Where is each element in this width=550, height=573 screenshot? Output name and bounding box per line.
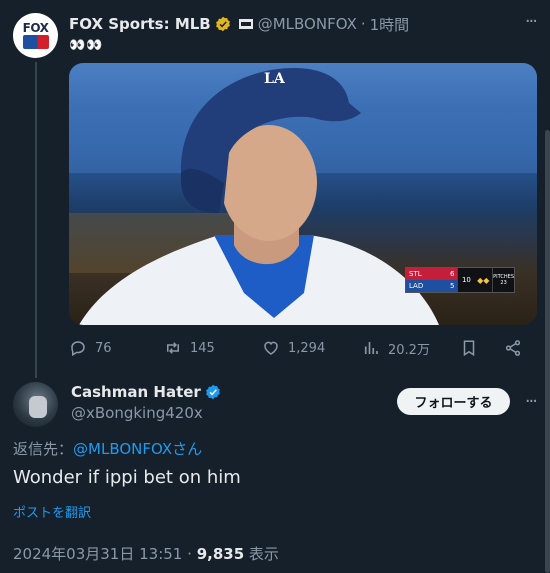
translate-link[interactable]: ポストを翻訳 — [13, 502, 91, 521]
bookmark-icon — [463, 340, 475, 357]
author-handle[interactable]: @MLBONFOX — [258, 15, 357, 33]
scorebug: STL 6 LAD 5 10 ◆◆ PITCHES 23 — [405, 267, 515, 293]
bases-icon: ◆◆ — [477, 275, 490, 285]
reply-icon — [71, 341, 85, 357]
view-count: 9,835 — [196, 545, 245, 563]
tweet-meta: 2024年03月31日 13:51 · 9,835 表示 — [13, 543, 279, 564]
share-icon — [505, 340, 521, 356]
repost-icon — [167, 342, 179, 354]
reply-author-name: Cashman Hater — [71, 383, 201, 401]
action-bar: 76 145 1,294 20.2万 — [69, 336, 537, 360]
verified-blue-icon — [205, 384, 220, 400]
scrollbar[interactable] — [545, 130, 550, 573]
reply-to-mention[interactable]: @MLBONFOXさん — [73, 440, 202, 458]
more-options-icon[interactable]: ··· — [525, 393, 538, 411]
views-label: 表示 — [248, 545, 279, 563]
reply-handle[interactable]: @xBongking420x — [71, 404, 203, 422]
bookmark-button[interactable] — [460, 339, 504, 357]
author-name[interactable]: FOX Sports: MLB — [69, 15, 211, 33]
thread-connector — [35, 62, 37, 378]
mlb-logo — [22, 35, 49, 49]
pitch-count: 23 — [500, 280, 507, 286]
repost-button[interactable]: 145 — [164, 339, 262, 357]
share-button[interactable] — [504, 339, 530, 357]
team1-score: 6 — [450, 270, 455, 278]
svg-text:LA: LA — [264, 71, 286, 87]
heart-icon — [264, 341, 278, 355]
separator-dot: · — [360, 15, 366, 33]
inning: 10 — [457, 268, 474, 292]
reply-count: 76 — [95, 340, 112, 356]
tweet-media[interactable]: LA STL 6 LAD 5 10 ◆◆ PITCHES 23 — [69, 63, 537, 325]
avatar[interactable]: FOX — [13, 13, 58, 58]
like-button[interactable]: 1,294 — [262, 339, 362, 357]
repost-count: 145 — [190, 340, 215, 356]
views-button[interactable]: 20.2万 — [362, 339, 460, 358]
timestamp[interactable]: 2024年03月31日 13:51 — [13, 545, 182, 563]
analytics-icon — [364, 342, 378, 354]
team2-label: LAD — [409, 282, 424, 290]
affiliate-badge-icon — [238, 19, 253, 29]
avatar-logo-text: FOX — [22, 21, 49, 35]
reply-text: Wonder if ippi bet on him — [13, 467, 241, 488]
reply-button[interactable]: 76 — [69, 339, 164, 357]
like-count: 1,294 — [288, 340, 326, 356]
team2-score: 5 — [450, 282, 455, 290]
reply-to-line: 返信先：@MLBONFOXさん — [13, 438, 202, 459]
more-options-icon[interactable]: ··· — [525, 13, 538, 31]
reply-author[interactable]: Cashman Hater — [71, 383, 221, 401]
reply-to-prefix: 返信先： — [13, 440, 74, 458]
verified-gold-icon — [215, 16, 230, 32]
follow-button[interactable]: フォローする — [397, 388, 510, 415]
team1-label: STL — [409, 270, 422, 278]
tweet-text: 👀👀 — [69, 38, 104, 53]
tweet-header: FOX Sports: MLB @MLBONFOX · 1時間 — [69, 13, 409, 35]
view-count: 20.2万 — [388, 342, 430, 358]
reply-avatar[interactable] — [13, 382, 58, 427]
tweet-time[interactable]: 1時間 — [370, 14, 410, 35]
separator-dot: · — [187, 545, 192, 563]
